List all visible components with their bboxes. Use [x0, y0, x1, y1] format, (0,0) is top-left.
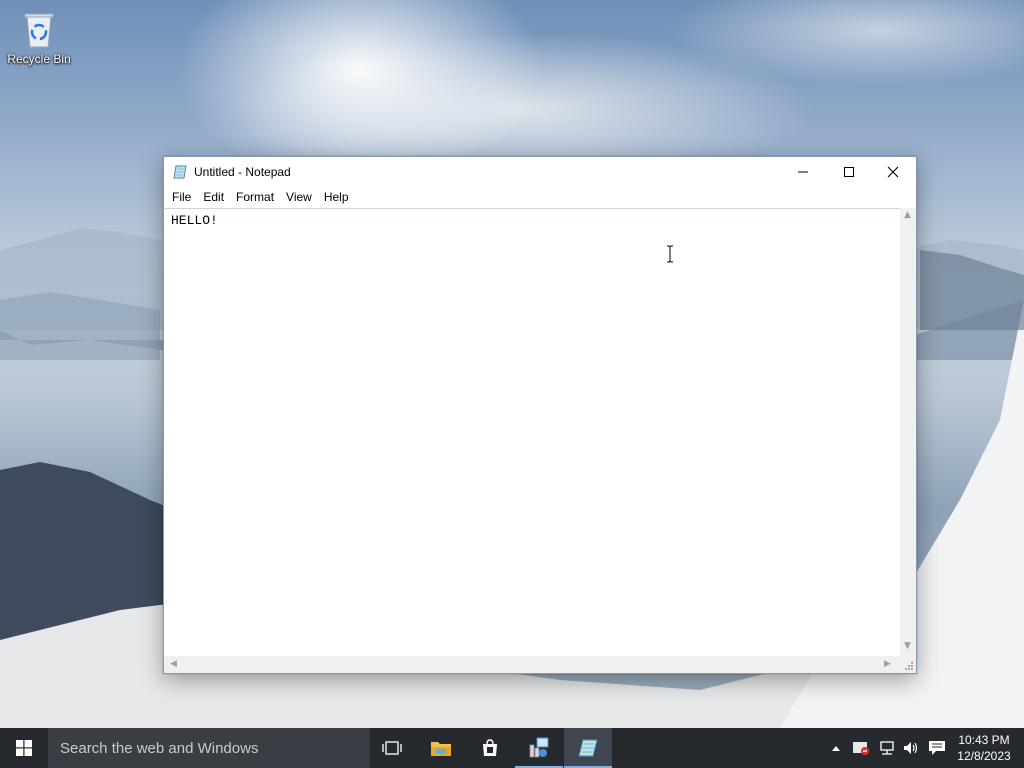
search-placeholder: Search the web and Windows — [60, 739, 259, 757]
store-icon — [483, 739, 497, 756]
vertical-scrollbar[interactable]: ▲ ▼ — [900, 208, 916, 656]
volume-icon — [904, 742, 918, 754]
close-icon — [887, 166, 899, 178]
scroll-left-icon[interactable]: ◀ — [170, 659, 177, 669]
task-view-icon — [382, 741, 402, 755]
file-explorer-button[interactable] — [417, 728, 465, 768]
close-button[interactable] — [870, 157, 916, 187]
text-cursor-icon — [667, 245, 673, 263]
menu-edit[interactable]: Edit — [197, 187, 230, 207]
notepad-taskbar-button[interactable] — [564, 728, 612, 768]
clock-date: 12/8/2023 — [957, 749, 1011, 763]
menu-bar: File Edit Format View Help — [164, 187, 916, 207]
recycle-bin-icon — [24, 13, 54, 48]
clock-time: 10:43 PM — [958, 733, 1010, 747]
taskbar: Search the web and Windows 10:43 PM 12/8… — [0, 728, 1024, 768]
windows-logo-icon — [16, 740, 32, 756]
security-icon — [853, 742, 869, 755]
resize-grip-icon — [905, 662, 913, 670]
maximize-icon — [844, 167, 854, 177]
editor-content: HELLO! — [171, 213, 218, 228]
menu-help[interactable]: Help — [318, 187, 355, 207]
window-title: Untitled - Notepad — [194, 165, 291, 179]
text-editor[interactable]: HELLO! — [164, 208, 900, 657]
network-app-icon — [529, 737, 549, 758]
network-icon — [880, 741, 894, 755]
action-center-button[interactable] — [926, 728, 948, 768]
minimize-icon — [798, 171, 808, 173]
title-bar[interactable]: Untitled - Notepad — [164, 157, 916, 187]
file-explorer-icon — [431, 742, 451, 756]
scroll-down-icon[interactable]: ▼ — [904, 641, 911, 651]
notepad-icon — [173, 165, 187, 179]
maximize-button[interactable] — [826, 157, 872, 187]
horizontal-scrollbar[interactable]: ◀ ▶ — [164, 656, 900, 673]
store-button[interactable] — [466, 728, 514, 768]
security-tray-button[interactable] — [850, 728, 872, 768]
start-button[interactable] — [0, 728, 48, 768]
menu-view[interactable]: View — [280, 187, 318, 207]
scroll-right-icon[interactable]: ▶ — [884, 659, 891, 669]
show-hidden-icons-button[interactable] — [828, 728, 844, 768]
network-app-button[interactable] — [515, 728, 563, 768]
chevron-up-icon — [832, 746, 840, 751]
volume-tray-button[interactable] — [900, 728, 922, 768]
network-tray-button[interactable] — [876, 728, 898, 768]
taskbar-clock[interactable]: 10:43 PM 12/8/2023 — [948, 728, 1020, 768]
resize-grip[interactable] — [900, 656, 916, 673]
menu-format[interactable]: Format — [230, 187, 280, 207]
search-box[interactable]: Search the web and Windows — [48, 728, 370, 768]
menu-file[interactable]: File — [166, 187, 197, 207]
scroll-up-icon[interactable]: ▲ — [904, 210, 911, 220]
desktop-icon-recycle-bin[interactable]: Recycle Bin — [4, 6, 74, 78]
task-view-button[interactable] — [368, 728, 416, 768]
notepad-window[interactable]: Untitled - Notepad File Edit Format View… — [163, 156, 917, 674]
minimize-button[interactable] — [780, 157, 826, 187]
desktop-icon-label: Recycle Bin — [7, 52, 71, 66]
action-center-icon — [929, 741, 945, 755]
notepad-icon — [578, 739, 598, 757]
